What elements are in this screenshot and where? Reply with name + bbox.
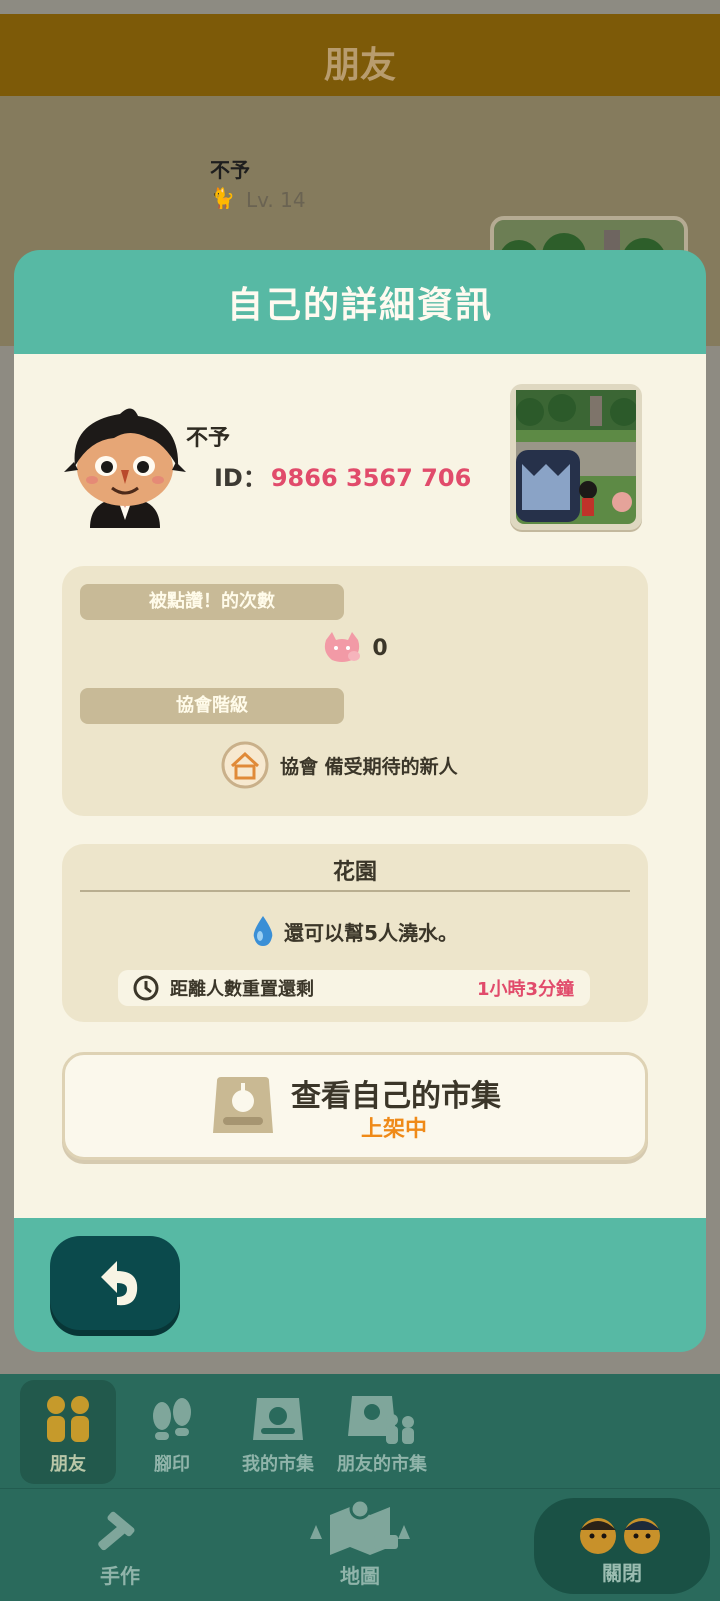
footprints-icon bbox=[153, 1398, 191, 1440]
friend-level: Lv. 14 bbox=[246, 188, 306, 212]
market-box-icon bbox=[213, 1077, 273, 1133]
close-button[interactable]: 關閉 bbox=[534, 1498, 710, 1594]
reset-timer-bar: 距離人數重置還剩 1小時3分鐘 bbox=[118, 970, 590, 1006]
watering-text: 還可以幫5人澆水。 bbox=[284, 920, 458, 945]
cat-face-icon bbox=[325, 632, 361, 662]
background-header: 朋友 bbox=[0, 14, 720, 96]
my-market-icon bbox=[253, 1398, 303, 1440]
likes-label: 被點讚！的次數 bbox=[80, 584, 344, 620]
timer-icon bbox=[133, 975, 159, 1001]
close-avatars-icon bbox=[580, 1518, 660, 1554]
water-drop-icon bbox=[253, 916, 273, 946]
background-title: 朋友 bbox=[323, 45, 396, 86]
id-label: ID： bbox=[214, 464, 267, 492]
market-status: 上架中 bbox=[361, 1117, 428, 1142]
island-photo[interactable] bbox=[510, 384, 642, 530]
tab-friends-market[interactable]: 朋友的市集 bbox=[334, 1380, 430, 1484]
map-label: 地圖 bbox=[340, 1564, 380, 1588]
island-photo-image bbox=[516, 390, 636, 524]
friend-name: 不予 bbox=[210, 158, 250, 182]
back-button[interactable] bbox=[50, 1236, 180, 1330]
tab-friends-market-label: 朋友的市集 bbox=[337, 1454, 427, 1475]
rank-row: 協會 備受期待的新人 bbox=[62, 740, 648, 790]
reset-label: 距離人數重置還剩 bbox=[170, 979, 314, 1000]
likes-row: 0 bbox=[62, 632, 648, 672]
player-id-row: ID： 9866 3567 706 bbox=[214, 458, 471, 493]
map-button[interactable]: 地圖 bbox=[290, 1489, 430, 1601]
player-name: 不予 bbox=[186, 426, 231, 451]
garden-card: 花園 還可以幫5人澆水。 距離人數重置還剩 1小時3分鐘 bbox=[62, 844, 648, 1022]
rank-label: 協會階級 bbox=[80, 688, 344, 724]
bottom-nav-tabs: 朋友 腳印 我的市集 朋友的市集 bbox=[0, 1374, 720, 1488]
player-id-value: 9866 3567 706 bbox=[270, 464, 472, 492]
stats-card: 被點讚！的次數 0 協會階級 協會 備受期待的新人 bbox=[62, 566, 648, 816]
tab-my-market[interactable]: 我的市集 bbox=[230, 1380, 326, 1484]
association-badge-icon bbox=[221, 741, 269, 789]
market-button-label: 查看自己的市集 bbox=[291, 1079, 501, 1114]
close-label: 關閉 bbox=[602, 1561, 642, 1585]
friends-icon bbox=[47, 1396, 89, 1442]
tab-footprints[interactable]: 腳印 bbox=[124, 1380, 220, 1484]
modal-header: 自己的詳細資訊 bbox=[14, 250, 706, 354]
view-own-market-button[interactable]: 查看自己的市集 上架中 bbox=[62, 1052, 648, 1160]
friends-market-icon bbox=[348, 1396, 414, 1444]
back-arrow-icon bbox=[101, 1261, 138, 1306]
garden-divider bbox=[80, 890, 630, 892]
rank-value: 協會 備受期待的新人 bbox=[280, 755, 458, 778]
player-avatar bbox=[64, 408, 186, 528]
tab-friends[interactable]: 朋友 bbox=[20, 1380, 116, 1484]
modal-title: 自己的詳細資訊 bbox=[226, 285, 493, 326]
craft-icon bbox=[98, 1511, 135, 1551]
reset-time: 1小時3分鐘 bbox=[476, 979, 574, 1000]
craft-label: 手作 bbox=[100, 1564, 140, 1588]
likes-count: 0 bbox=[372, 635, 388, 661]
craft-button[interactable]: 手作 bbox=[60, 1489, 180, 1601]
garden-title: 花園 bbox=[332, 860, 377, 885]
watering-row: 還可以幫5人澆水。 bbox=[62, 916, 648, 950]
own-details-modal: 自己的詳細資訊 不予 ID： 9866 3567 706 被點讚！的次數 0 協… bbox=[14, 250, 706, 1352]
map-icon bbox=[310, 1498, 410, 1555]
cat-icon: 🐈 bbox=[210, 186, 235, 210]
modal-body: 不予 ID： 9866 3567 706 被點讚！的次數 0 協會階級 協會 備… bbox=[14, 354, 706, 1218]
